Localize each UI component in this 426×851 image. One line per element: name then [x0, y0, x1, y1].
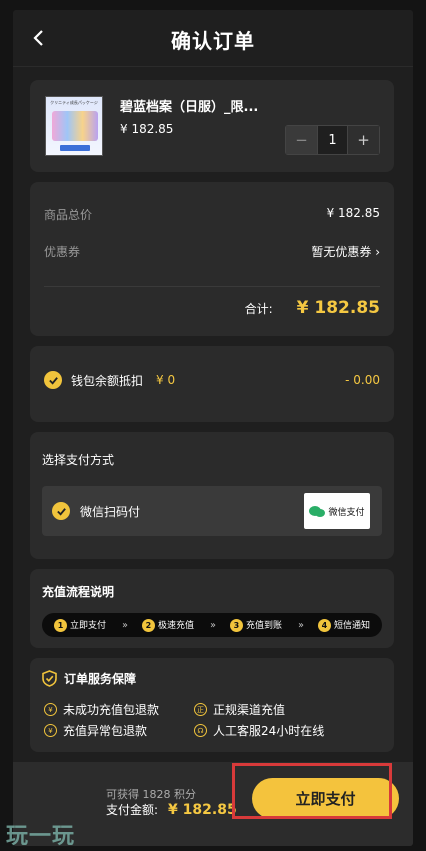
official-icon: 正: [194, 703, 207, 716]
step-label: 立即支付: [69, 621, 106, 631]
coupon-value: 暂无优惠券: [311, 245, 372, 259]
divider: [44, 286, 380, 287]
yen-icon: ¥: [44, 724, 57, 737]
step-label: 短信通知: [333, 621, 370, 631]
guarantee-title: 订单服务保障: [64, 672, 137, 686]
payment-option-wechat[interactable]: 微信扫码付 微信支付: [42, 486, 382, 536]
sum-label: 合计:: [244, 302, 273, 316]
guarantee-header: 订单服务保障: [42, 670, 136, 687]
double-chevron-icon: ››: [121, 619, 128, 631]
headset-icon: ☊: [194, 724, 207, 737]
sum-row: 合计: ¥ 182.85: [245, 298, 380, 318]
sum-value: ¥ 182.85: [296, 298, 380, 318]
step-number: 4: [317, 619, 331, 632]
recharge-flow-card: 充值流程说明 1 立即支付 ›› 2 极速充值 ›› 3 充值到账 ›› 4 短信通知: [30, 569, 394, 648]
pay-now-button[interactable]: 立即支付: [252, 778, 399, 819]
flow-steps: 1 立即支付 ›› 2 极速充值 ›› 3 充值到账 ›› 4 短信通知: [42, 613, 382, 637]
total-row: 商品总价 ¥ 182.85: [44, 206, 380, 223]
step-number: 1: [53, 619, 67, 632]
product-price: ¥ 182.85: [120, 122, 174, 136]
quantity-plus-button[interactable]: +: [348, 126, 379, 154]
page-header: 确认订单: [13, 10, 413, 67]
product-name: 碧蓝档案（日服）_限...: [120, 100, 259, 115]
wechat-pay-logo: 微信支付: [304, 493, 370, 529]
guarantee-item-label: 人工客服24小时在线: [213, 724, 325, 738]
product-card: クリニティ成長パッケージ 碧蓝档案（日服）_限... ¥ 182.85 − 1 …: [30, 80, 394, 172]
flow-step: 2 极速充值: [141, 618, 194, 632]
wallet-balance: ¥ 0: [156, 373, 176, 387]
watermark-logo: 玩一玩: [6, 824, 76, 849]
quantity-stepper[interactable]: − 1 +: [285, 125, 380, 155]
yen-icon: ¥: [44, 703, 57, 716]
payment-section-title: 选择支付方式: [42, 453, 115, 467]
payment-option-label: 微信扫码付: [80, 505, 141, 519]
double-chevron-icon: ››: [297, 619, 304, 631]
guarantee-item: 正正规渠道充值: [194, 701, 285, 718]
product-badge: [60, 145, 90, 151]
flow-step: 4 短信通知: [317, 618, 370, 632]
points-text: 可获得 1828 积分: [106, 788, 196, 801]
total-label: 商品总价: [44, 208, 93, 222]
flow-step: 1 立即支付: [53, 618, 106, 632]
price-summary-card: 商品总价 ¥ 182.85 优惠券 暂无优惠券 › 合计: ¥ 182.85: [30, 182, 394, 336]
step-number: 2: [141, 619, 155, 632]
check-icon[interactable]: [52, 502, 70, 520]
chevron-right-icon: ›: [375, 245, 380, 259]
double-chevron-icon: ››: [209, 619, 216, 631]
wallet-row[interactable]: 钱包余额抵扣 ¥ 0: [44, 371, 175, 389]
amount-value: ¥ 182.85: [168, 802, 237, 818]
step-number: 3: [229, 619, 243, 632]
step-label: 极速充值: [157, 621, 194, 631]
guarantee-item: ¥ 充值异常包退款: [44, 722, 147, 739]
amount-row: 支付金额: ¥ 182.85: [106, 801, 237, 818]
total-value: ¥ 182.85: [326, 206, 380, 220]
wallet-card: 钱包余额抵扣 ¥ 0 - 0.00: [30, 346, 394, 422]
wallet-label: 钱包余额抵扣: [71, 373, 144, 388]
coupon-label: 优惠券: [44, 245, 81, 259]
wechat-icon: [309, 505, 326, 517]
quantity-minus-button[interactable]: −: [286, 126, 317, 154]
guarantee-item-label: 充值异常包退款: [63, 724, 148, 738]
wechat-pay-logo-text: 微信支付: [328, 507, 365, 518]
order-page: 确认订单 クリニティ成長パッケージ 碧蓝档案（日服）_限... ¥ 182.85…: [13, 10, 413, 846]
guarantee-item-label: 未成功充值包退款: [63, 703, 160, 717]
shield-check-icon: [42, 670, 57, 687]
coupon-selector[interactable]: 暂无优惠券 ›: [311, 243, 380, 260]
flow-step: 3 充值到账: [229, 618, 282, 632]
quantity-value[interactable]: 1: [317, 126, 348, 154]
guarantee-item-label: 正规渠道充值: [213, 703, 286, 717]
amount-label: 支付金额:: [106, 803, 159, 817]
service-guarantee-card: 订单服务保障 ¥ 未成功充值包退款 正正规渠道充值 ¥ 充值异常包退款 ☊ 人工客服2…: [30, 658, 394, 752]
flow-title: 充值流程说明: [42, 585, 115, 599]
check-icon[interactable]: [44, 371, 62, 389]
page-title: 确认订单: [171, 29, 255, 53]
guarantee-item: ¥ 未成功充值包退款: [44, 701, 159, 718]
product-thumbnail-caption: クリニティ成長パッケージ: [50, 100, 98, 105]
coupon-row[interactable]: 优惠券 暂无优惠券 ›: [44, 243, 380, 260]
payment-method-card: 选择支付方式 微信扫码付 微信支付: [30, 432, 394, 559]
product-artwork: [52, 111, 98, 141]
step-label: 充值到账: [245, 621, 282, 631]
wallet-deduction: - 0.00: [345, 373, 380, 387]
guarantee-item: ☊ 人工客服24小时在线: [194, 722, 324, 739]
product-thumbnail: クリニティ成長パッケージ: [45, 96, 103, 156]
